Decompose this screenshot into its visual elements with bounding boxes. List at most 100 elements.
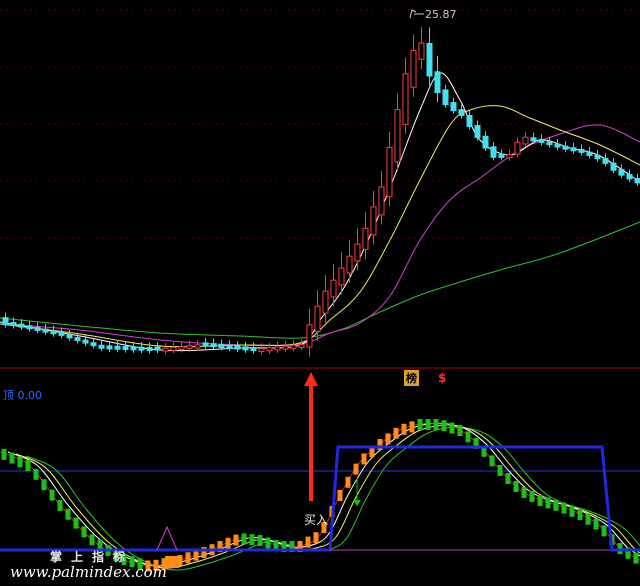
magenta-peak-icon (156, 525, 178, 551)
candle-down (202, 342, 209, 347)
candle-down (58, 331, 65, 336)
candle-up (330, 279, 337, 298)
candle-down (434, 71, 441, 93)
indicator-bar-falling (33, 468, 39, 480)
candle-down (602, 158, 609, 164)
watermark: www.palmindex.com (10, 563, 167, 581)
candle-up (338, 267, 345, 286)
candle-down (626, 173, 633, 180)
grid-lines (0, 9, 640, 472)
candle-down (50, 330, 57, 335)
indicator-base-line (0, 422, 640, 567)
indicator-bar-falling (17, 456, 23, 468)
candle-up (370, 206, 377, 236)
candle-up (298, 344, 305, 348)
candle-down (234, 345, 241, 350)
candle-down (562, 145, 569, 150)
candle-down (130, 346, 137, 351)
candle-down (218, 344, 225, 348)
candle-up (162, 347, 169, 352)
indicator-bar-rising (353, 463, 359, 475)
candle-down (90, 342, 97, 347)
indicator-bar-falling (65, 508, 71, 520)
indicator-bar-falling (81, 526, 87, 538)
indicator-bar-rising (385, 433, 391, 445)
indicator-bar-falling (441, 420, 447, 432)
indicator-bar-rising (409, 421, 415, 433)
indicator-bar-falling (577, 509, 583, 520)
candle-down (18, 323, 25, 328)
indicator-bar-falling (9, 452, 15, 464)
indicator-bar-falling (633, 552, 639, 564)
indicator-readout: 顶 0.00 (3, 389, 42, 402)
candle-up (362, 227, 369, 250)
candle-up (266, 347, 273, 352)
indicator-bar-rising (313, 532, 319, 544)
candle-down (498, 153, 505, 158)
indicator-bar-falling (49, 489, 55, 501)
candle-up (178, 346, 185, 350)
indicator-bar-falling (489, 455, 495, 467)
candle-up (402, 73, 409, 125)
candle-down (546, 141, 553, 146)
candle-down (146, 346, 153, 351)
candle-down (122, 346, 129, 351)
indicator-bar-falling (561, 502, 567, 514)
candle-down (42, 328, 49, 333)
indicator-bar-falling (265, 537, 271, 549)
candle-up (354, 243, 361, 262)
candle-down (2, 317, 9, 326)
indicator-bar-rising (345, 476, 351, 488)
candle-up (282, 345, 289, 350)
indicator-bar-rising (233, 534, 239, 546)
candle-down (570, 147, 577, 152)
indicator-fast-line (7, 422, 640, 567)
green-down-arrow-icon (353, 500, 361, 506)
indicator-bar-falling (457, 425, 463, 436)
candle-down (138, 346, 145, 351)
indicator-bar-falling (513, 481, 519, 492)
stock-chart-screen: 25.87 顶 0.00 榜 $ 买入 掌上指标 www.palmindex.c… (0, 0, 640, 586)
indicator-bar-falling (249, 534, 255, 546)
candle-down (82, 339, 89, 344)
indicator-bar-falling (73, 517, 79, 529)
candle-down (530, 137, 537, 142)
candle-up (322, 290, 329, 314)
candle-down (482, 135, 489, 149)
candle-up (186, 345, 193, 350)
candle-down (26, 325, 33, 330)
candle-down (210, 343, 217, 348)
candle-down (450, 102, 457, 112)
candle-down (490, 146, 497, 158)
indicator-bar-falling (89, 534, 95, 546)
candle-down (114, 345, 121, 350)
candle-up (386, 146, 393, 198)
indicator-bar-falling (465, 431, 471, 443)
candle-down (538, 138, 545, 143)
candle-down (250, 347, 257, 351)
indicator-bar-rising (361, 453, 367, 465)
indicator-bar-falling (241, 533, 247, 545)
buy-signal-label: 买入 (304, 513, 329, 527)
candle-up (314, 305, 321, 332)
indicator-bar-rising (337, 490, 343, 501)
candle-down (474, 125, 481, 138)
candle-down (594, 154, 601, 160)
candle-down (226, 344, 233, 349)
candle-down (586, 151, 593, 156)
indicator-bar-falling (569, 505, 575, 517)
candle-up (418, 42, 425, 60)
candle-down (74, 336, 81, 341)
candle-up (194, 344, 201, 349)
buy-marker-block (165, 556, 179, 568)
indicator-bar-falling (433, 419, 439, 430)
indicator-bar-falling (529, 491, 535, 502)
candlestick-series (2, 9, 640, 357)
candle-up (170, 346, 177, 351)
indicator-bar-rising (401, 423, 407, 435)
indicator-bar-falling (425, 419, 431, 430)
candle-up (274, 346, 281, 351)
indicator-bar-rising (225, 537, 231, 549)
candle-down (10, 321, 17, 326)
candle-down (458, 109, 465, 117)
